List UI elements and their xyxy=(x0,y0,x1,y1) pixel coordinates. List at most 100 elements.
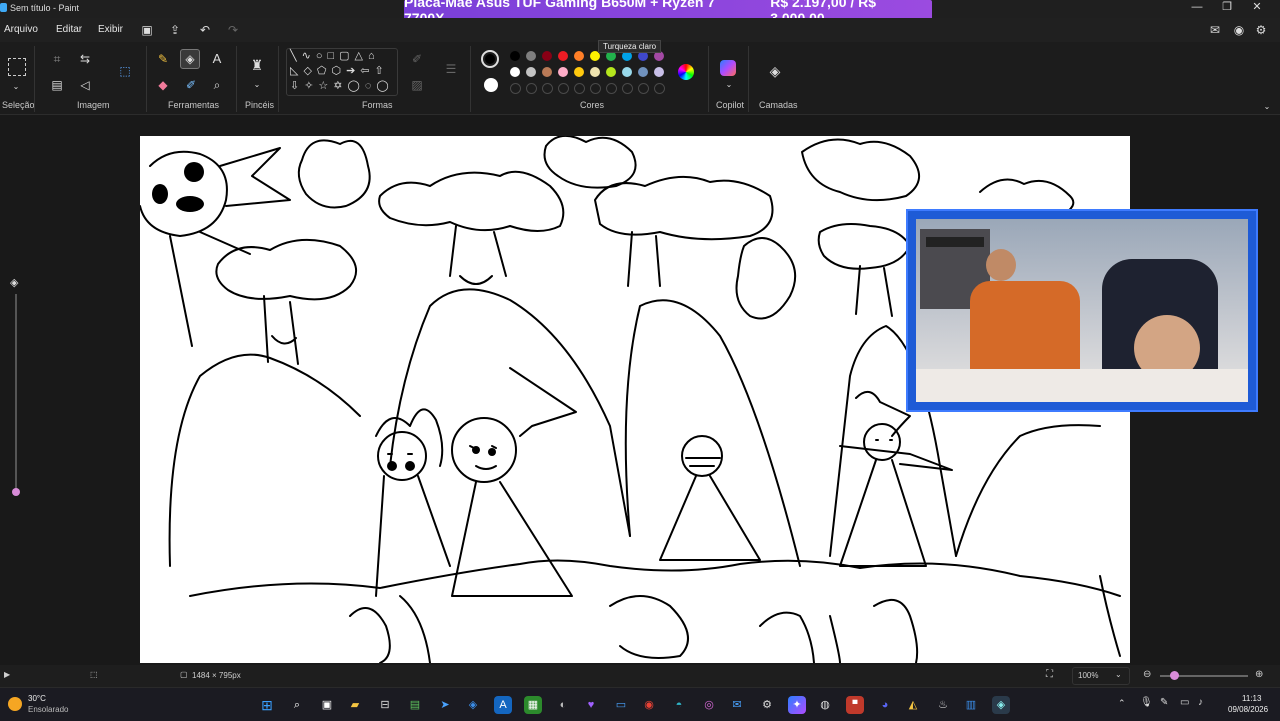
text-tool-icon[interactable]: A xyxy=(208,50,226,68)
copilot-icon[interactable]: ✦ xyxy=(788,696,806,714)
custom-color-slot[interactable] xyxy=(654,83,665,94)
vscode-icon[interactable]: ◈ xyxy=(464,696,482,714)
color-swatch[interactable] xyxy=(558,51,568,61)
color-swatch[interactable] xyxy=(542,51,552,61)
fit-screen-icon[interactable]: ⛶ xyxy=(1046,669,1053,680)
save-icon[interactable]: ▣ xyxy=(138,21,156,39)
search-icon[interactable]: ⌕ xyxy=(288,696,306,714)
chevron-down-icon[interactable]: ⌄ xyxy=(7,78,25,96)
app-icon[interactable]: ◎ xyxy=(700,696,718,714)
pen-icon[interactable]: ✎ xyxy=(1160,697,1168,708)
chevron-down-icon[interactable]: ⌄ xyxy=(248,76,266,94)
color-swatch[interactable] xyxy=(574,67,584,77)
paint-taskbar-icon[interactable]: ◈ xyxy=(992,696,1010,714)
microphone-icon[interactable]: 🎙 xyxy=(1140,697,1153,708)
app-icon[interactable]: ▀ xyxy=(846,696,864,714)
chevron-down-icon[interactable]: ⌄ xyxy=(720,76,738,94)
chrome-icon[interactable]: ◉ xyxy=(640,696,658,714)
resize-icon[interactable]: ⇆ xyxy=(76,50,94,68)
select-rectangle-icon[interactable] xyxy=(8,58,26,76)
redo-icon[interactable]: ↷ xyxy=(224,21,242,39)
network-icon[interactable]: ▭ xyxy=(1180,697,1189,708)
app-icon[interactable]: ♥ xyxy=(582,696,600,714)
feedback-icon[interactable]: ✉ xyxy=(1206,21,1224,39)
undo-icon[interactable]: ↶ xyxy=(196,21,214,39)
brush-size-slider[interactable]: ◈ xyxy=(10,272,22,507)
app-icon[interactable]: A xyxy=(494,696,512,714)
rotate-icon[interactable]: ▤ xyxy=(48,76,66,94)
edit-colors-icon[interactable] xyxy=(678,64,694,80)
custom-color-slot[interactable] xyxy=(526,83,537,94)
flip-icon[interactable]: ◁ xyxy=(76,76,94,94)
color-swatch[interactable] xyxy=(622,67,632,77)
steam-icon[interactable]: ♨ xyxy=(934,696,952,714)
custom-color-slot[interactable] xyxy=(606,83,617,94)
brush-icon[interactable]: ♜ xyxy=(248,56,266,74)
notepad-icon[interactable]: ▤ xyxy=(406,696,424,714)
restore-button[interactable]: ❐ xyxy=(1212,0,1242,16)
color-swatch[interactable] xyxy=(590,67,600,77)
app-icon[interactable]: ▥ xyxy=(962,696,980,714)
menu-file[interactable]: Arquivo xyxy=(4,24,38,35)
custom-color-slot[interactable] xyxy=(622,83,633,94)
pencil-icon[interactable]: ✎ xyxy=(154,50,172,68)
zoom-slider-thumb[interactable] xyxy=(1170,671,1179,680)
discord-icon[interactable]: ◕ xyxy=(876,696,894,714)
layers-icon[interactable]: ◈ xyxy=(766,62,784,80)
chevron-down-icon[interactable]: ⌄ xyxy=(1258,98,1276,116)
color-swatch[interactable] xyxy=(510,51,520,61)
github-icon[interactable]: ◍ xyxy=(816,696,834,714)
slider-thumb[interactable] xyxy=(12,488,20,496)
app-icon[interactable]: ◭ xyxy=(904,696,922,714)
fill-bucket-icon[interactable]: ◈ xyxy=(180,49,200,69)
color-swatch[interactable] xyxy=(526,51,536,61)
volume-icon[interactable]: ♪ xyxy=(1198,697,1203,708)
custom-color-slot[interactable] xyxy=(638,83,649,94)
color-swatch[interactable] xyxy=(542,67,552,77)
zoom-in-icon[interactable]: ⊕ xyxy=(1255,669,1263,680)
task-view-icon[interactable]: ▣ xyxy=(318,696,336,714)
primary-color[interactable] xyxy=(481,50,499,68)
eraser-icon[interactable]: ◆ xyxy=(154,76,172,94)
custom-color-slot[interactable] xyxy=(542,83,553,94)
color-swatch[interactable] xyxy=(574,51,584,61)
custom-color-slot[interactable] xyxy=(590,83,601,94)
settings-gear-icon[interactable]: ⚙ xyxy=(758,696,776,714)
weather-sun-icon[interactable] xyxy=(8,697,22,711)
menu-edit[interactable]: Editar xyxy=(56,24,82,35)
color-swatch[interactable] xyxy=(638,67,648,77)
color-picker-icon[interactable]: ✐ xyxy=(182,76,200,94)
custom-color-slot[interactable] xyxy=(558,83,569,94)
fill-icon[interactable]: ▨ xyxy=(408,76,426,94)
shapes-gallery[interactable]: ╲∿○□▢△⌂ ◺◇⬠⬡➔⇦⇧ ⇩✧☆✡◯◌◯ xyxy=(286,48,398,96)
app-icon[interactable]: ◐ xyxy=(554,696,572,714)
store-icon[interactable]: ⊟ xyxy=(376,696,394,714)
mail-icon[interactable]: ✉ xyxy=(728,696,746,714)
minimize-button[interactable]: — xyxy=(1182,0,1212,16)
color-swatch[interactable] xyxy=(526,67,536,77)
share-icon[interactable]: ⇪ xyxy=(166,21,184,39)
tray-chevron-up-icon[interactable]: ⌃ xyxy=(1118,698,1126,709)
file-explorer-icon[interactable]: ▰ xyxy=(346,696,364,714)
outline-icon[interactable]: ✐ xyxy=(408,50,426,68)
zoom-out-icon[interactable]: ⊖ xyxy=(1143,669,1151,680)
size-icon[interactable]: ☰ xyxy=(442,60,460,78)
secondary-color[interactable] xyxy=(484,78,498,92)
account-icon[interactable]: ◉ xyxy=(1230,21,1248,39)
image-select-icon[interactable]: ⬚ xyxy=(116,62,134,80)
menu-view[interactable]: Exibir xyxy=(98,24,123,35)
magnifier-icon[interactable]: ⌕ xyxy=(208,76,226,94)
app-icon[interactable]: ▭ xyxy=(612,696,630,714)
minecraft-icon[interactable]: ▦ xyxy=(524,696,542,714)
color-swatch[interactable] xyxy=(654,67,664,77)
app-icon[interactable]: ➤ xyxy=(436,696,454,714)
crop-icon[interactable]: ⌗ xyxy=(48,50,66,68)
color-swatch[interactable] xyxy=(606,67,616,77)
close-button[interactable]: ✕ xyxy=(1242,0,1272,16)
color-swatch[interactable] xyxy=(510,67,520,77)
settings-gear-icon[interactable]: ⚙ xyxy=(1252,21,1270,39)
edge-icon[interactable]: ◓ xyxy=(670,696,688,714)
custom-color-slot[interactable] xyxy=(574,83,585,94)
color-swatch[interactable] xyxy=(558,67,568,77)
windows-start-icon[interactable]: ⊞ xyxy=(258,696,276,714)
